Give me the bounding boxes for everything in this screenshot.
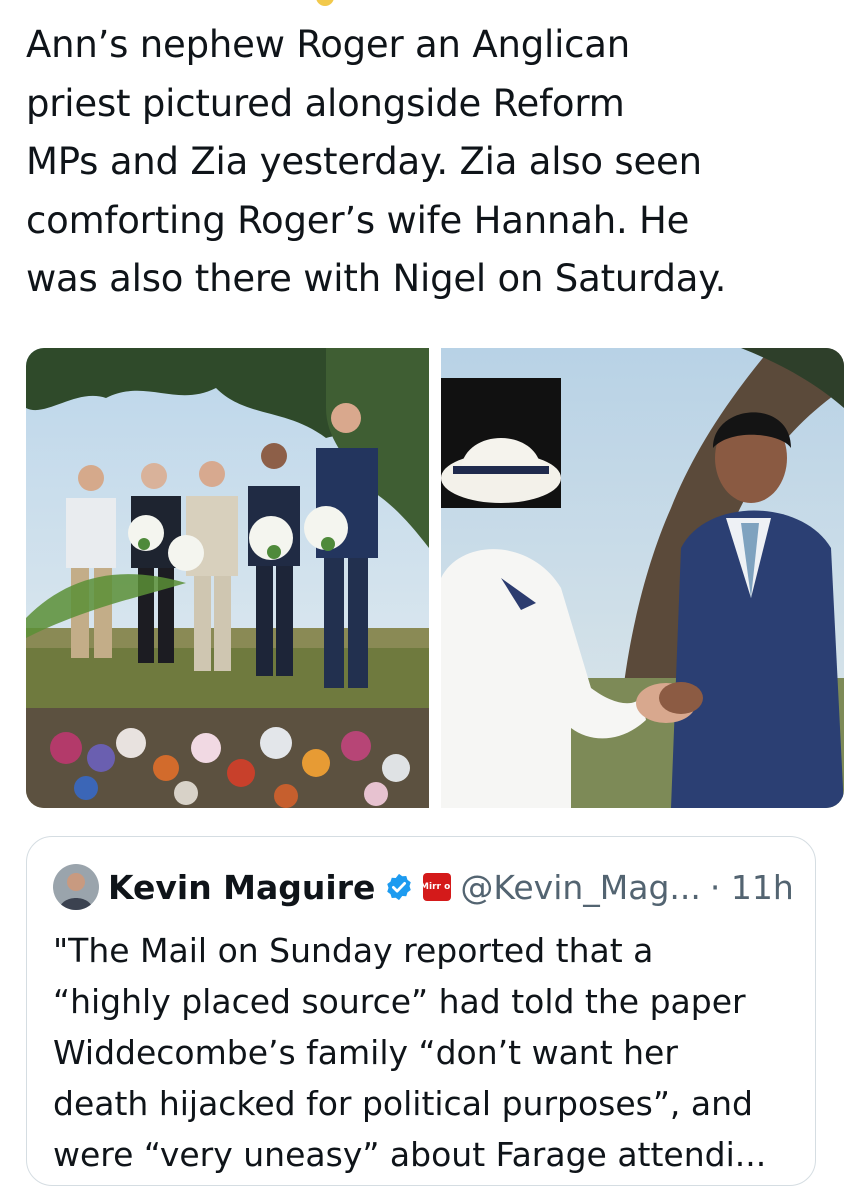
photo-memorial-group[interactable] [26, 348, 429, 808]
post-text: Ann’s nephew Roger an Anglican priest pi… [26, 23, 727, 300]
previous-content-sliver [0, 0, 848, 14]
photo-memorial-group-icon [26, 348, 429, 808]
quoted-post[interactable]: Kevin Maguire Mirr or @Kevin_Mag... · 11… [26, 836, 816, 1186]
author-name[interactable]: Kevin Maguire [108, 868, 375, 907]
affiliate-badge-icon: Mirr or [420, 873, 455, 901]
author-avatar[interactable] [53, 864, 99, 910]
photo-comforting[interactable] [441, 348, 844, 808]
photo-comforting-icon [441, 348, 844, 808]
emoji-fragment [316, 0, 334, 6]
post-timestamp[interactable]: · 11h [710, 868, 794, 907]
quoted-post-header: Kevin Maguire Mirr or @Kevin_Mag... · 11… [53, 861, 794, 913]
quoted-post-text: "The Mail on Sunday reported that a “hig… [53, 931, 767, 1174]
author-handle[interactable]: @Kevin_Mag... [460, 868, 701, 907]
post-media[interactable] [26, 348, 844, 808]
verified-badge-icon [387, 873, 412, 901]
avatar-icon [53, 864, 99, 910]
